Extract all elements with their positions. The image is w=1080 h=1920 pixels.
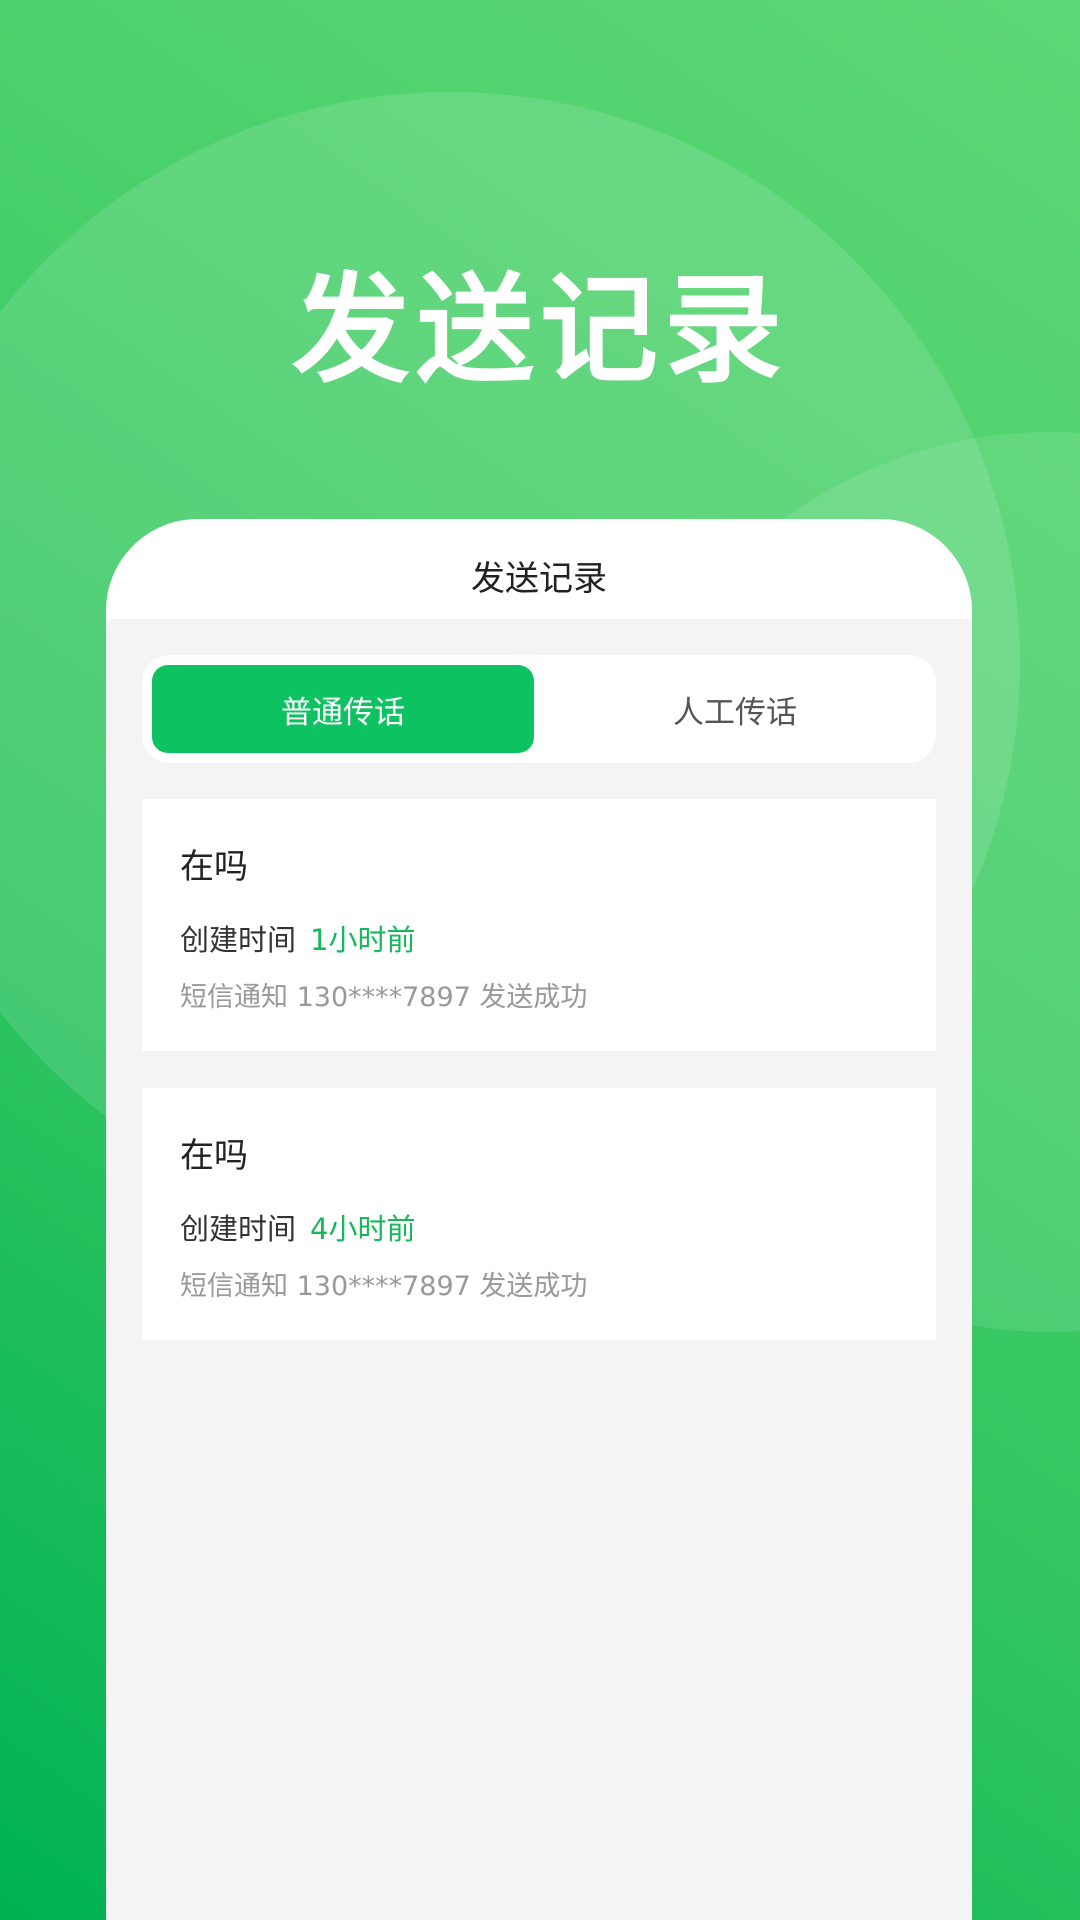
record-time: 创建时间 4小时前 <box>180 1206 415 1248</box>
hero-title: 发送记录 <box>291 261 788 399</box>
record-message: 在吗 <box>180 847 248 887</box>
record-time-label: 创建时间 <box>180 923 297 957</box>
record-card[interactable]: 在吗 创建时间 4小时前 短信通知 130****7897 发送成功 <box>142 1088 936 1340</box>
nav-title: 发送记录 <box>471 558 607 599</box>
phone-mockup: 发送记录 普通传话 人工传话 在吗 创建时间 1小时前 短信通知 130****7… <box>106 519 972 1920</box>
tab-manual-message[interactable]: 人工传话 <box>544 665 926 753</box>
nav-bar: 发送记录 <box>106 519 972 619</box>
record-message: 在吗 <box>180 1136 248 1176</box>
tab-normal-message[interactable]: 普通传话 <box>152 665 534 753</box>
record-time-ago: 1小时前 <box>310 923 416 957</box>
record-time-label: 创建时间 <box>180 1212 297 1246</box>
record-status-note: 短信通知 130****7897 发送成功 <box>180 982 588 1013</box>
tab-bar: 普通传话 人工传话 <box>142 655 936 763</box>
record-time-ago: 4小时前 <box>310 1212 416 1246</box>
record-time: 创建时间 1小时前 <box>180 917 415 959</box>
record-status-note: 短信通知 130****7897 发送成功 <box>180 1271 588 1302</box>
record-card[interactable]: 在吗 创建时间 1小时前 短信通知 130****7897 发送成功 <box>142 799 936 1051</box>
